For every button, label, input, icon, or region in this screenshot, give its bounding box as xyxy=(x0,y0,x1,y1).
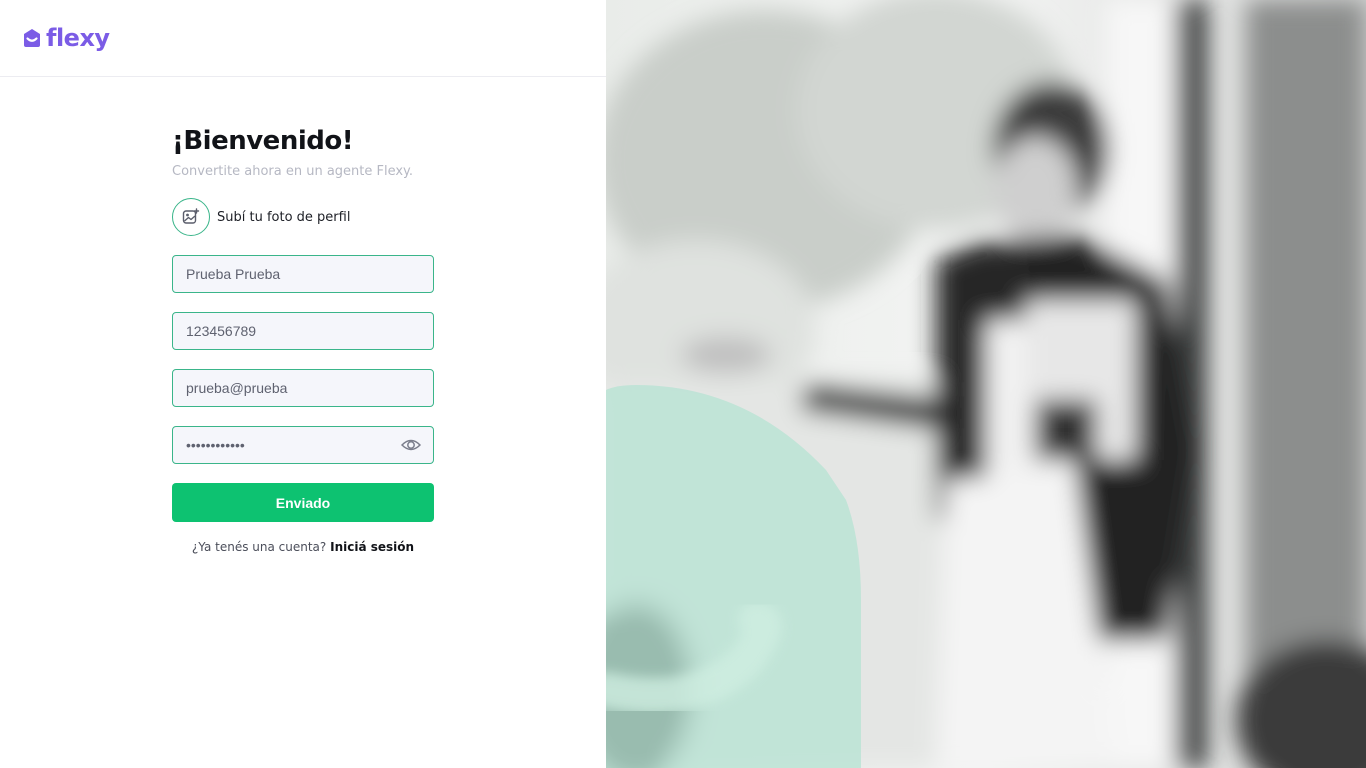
eye-icon[interactable] xyxy=(401,436,421,454)
upload-photo-circle[interactable] xyxy=(172,198,210,236)
name-field-wrap xyxy=(172,255,434,293)
password-input[interactable] xyxy=(172,426,434,464)
brand-name: flexy xyxy=(46,24,110,52)
image-add-icon xyxy=(182,208,200,224)
signup-form: ¡Bienvenido! Convertite ahora en un agen… xyxy=(172,124,434,554)
page-title: ¡Bienvenido! xyxy=(172,126,354,156)
email-input[interactable] xyxy=(172,369,434,407)
login-prompt-text: ¿Ya tenés una cuenta? xyxy=(191,540,327,554)
submit-button[interactable]: Enviado xyxy=(172,483,434,522)
login-link[interactable]: Iniciá sesión xyxy=(330,540,414,554)
brand-logo[interactable]: flexy xyxy=(22,24,110,52)
presenter-photo xyxy=(606,0,1366,768)
email-field-wrap xyxy=(172,369,434,407)
flexy-logo-icon xyxy=(24,29,40,47)
password-field-wrap xyxy=(172,426,434,464)
name-input[interactable] xyxy=(172,255,434,293)
left-pane: flexy ¡Bienvenido! Convertite ahora en u… xyxy=(0,0,606,768)
upload-photo-label: Subí tu foto de perfil xyxy=(217,209,351,225)
hero-image-panel xyxy=(606,0,1366,768)
top-bar: flexy xyxy=(0,0,606,77)
upload-photo-button[interactable]: Subí tu foto de perfil xyxy=(172,198,434,236)
page-subtitle: Convertite ahora en un agente Flexy. xyxy=(172,164,414,179)
phone-field-wrap xyxy=(172,312,434,350)
login-prompt-row: ¿Ya tenés una cuenta? Iniciá sesión xyxy=(172,540,434,554)
phone-input[interactable] xyxy=(172,312,434,350)
